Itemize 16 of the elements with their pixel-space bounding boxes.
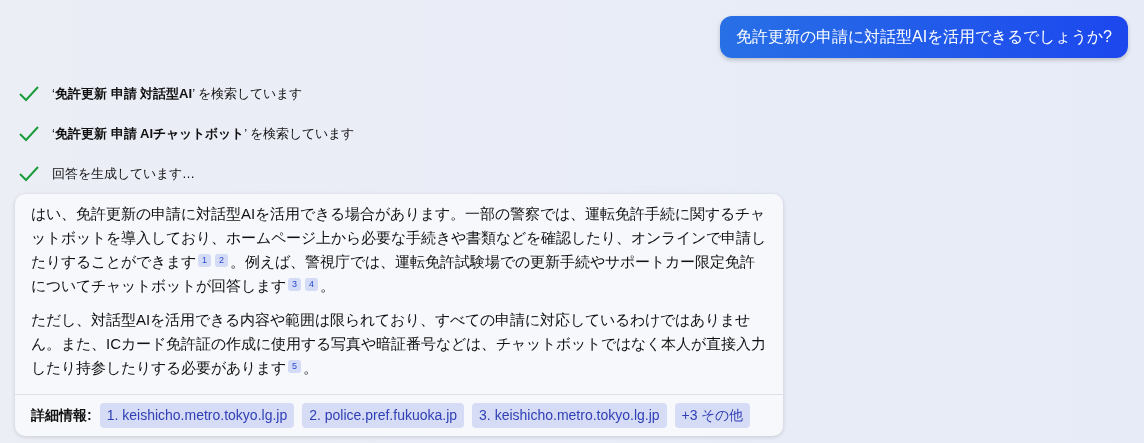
source-link[interactable]: 1. keishicho.metro.tokyo.lg.jp (99, 403, 295, 428)
citation-link[interactable]: 5 (288, 360, 301, 373)
status-text: 回答を生成しています… (52, 165, 195, 184)
source-link[interactable]: +3 その他 (674, 403, 751, 428)
citation-link[interactable]: 2 (215, 254, 229, 267)
sources-label: 詳細情報: (31, 406, 92, 425)
answer-paragraph: はい、免許更新の申請に対話型AIを活用できる場合があります。一部の警察では、運転免許手続に関するチャットボットを導入しており、ホームページ上から必要な手続きや書類などを確認したり、オンラインで申請したりすることができます 1 2 。例えば、警視庁では、運転免許試験場での更新手続やサポートカー限定免許についてチャットボットが回答します 3 4 。 (31, 204, 767, 296)
citation-link[interactable]: 1 (198, 254, 211, 267)
citation-link[interactable]: 3 (288, 278, 301, 291)
status-text: ‘免許更新 申請 AIチャットボット’ を検索しています (52, 125, 355, 144)
source-link[interactable]: 2. police.pref.fukuoka.jp (302, 403, 465, 428)
status-text: ‘免許更新 申請 対話型AI’ を検索しています (52, 85, 303, 104)
citation-link[interactable]: 4 (305, 278, 319, 291)
user-message: 免許更新の申請に対話型AIを活用できるでしょうか? (720, 16, 1128, 58)
answer-paragraph: ただし、対話型AIを活用できる内容や範囲は限られており、すべての申請に対応しているわけではありません。また、ICカード免許証の作成に使用する写真や暗証番号などは、チャットボットではなく本人が直接入力したり持参したりする必要があります 5 。 (31, 310, 767, 378)
source-link[interactable]: 3. keishicho.metro.tokyo.lg.jp (472, 403, 667, 428)
